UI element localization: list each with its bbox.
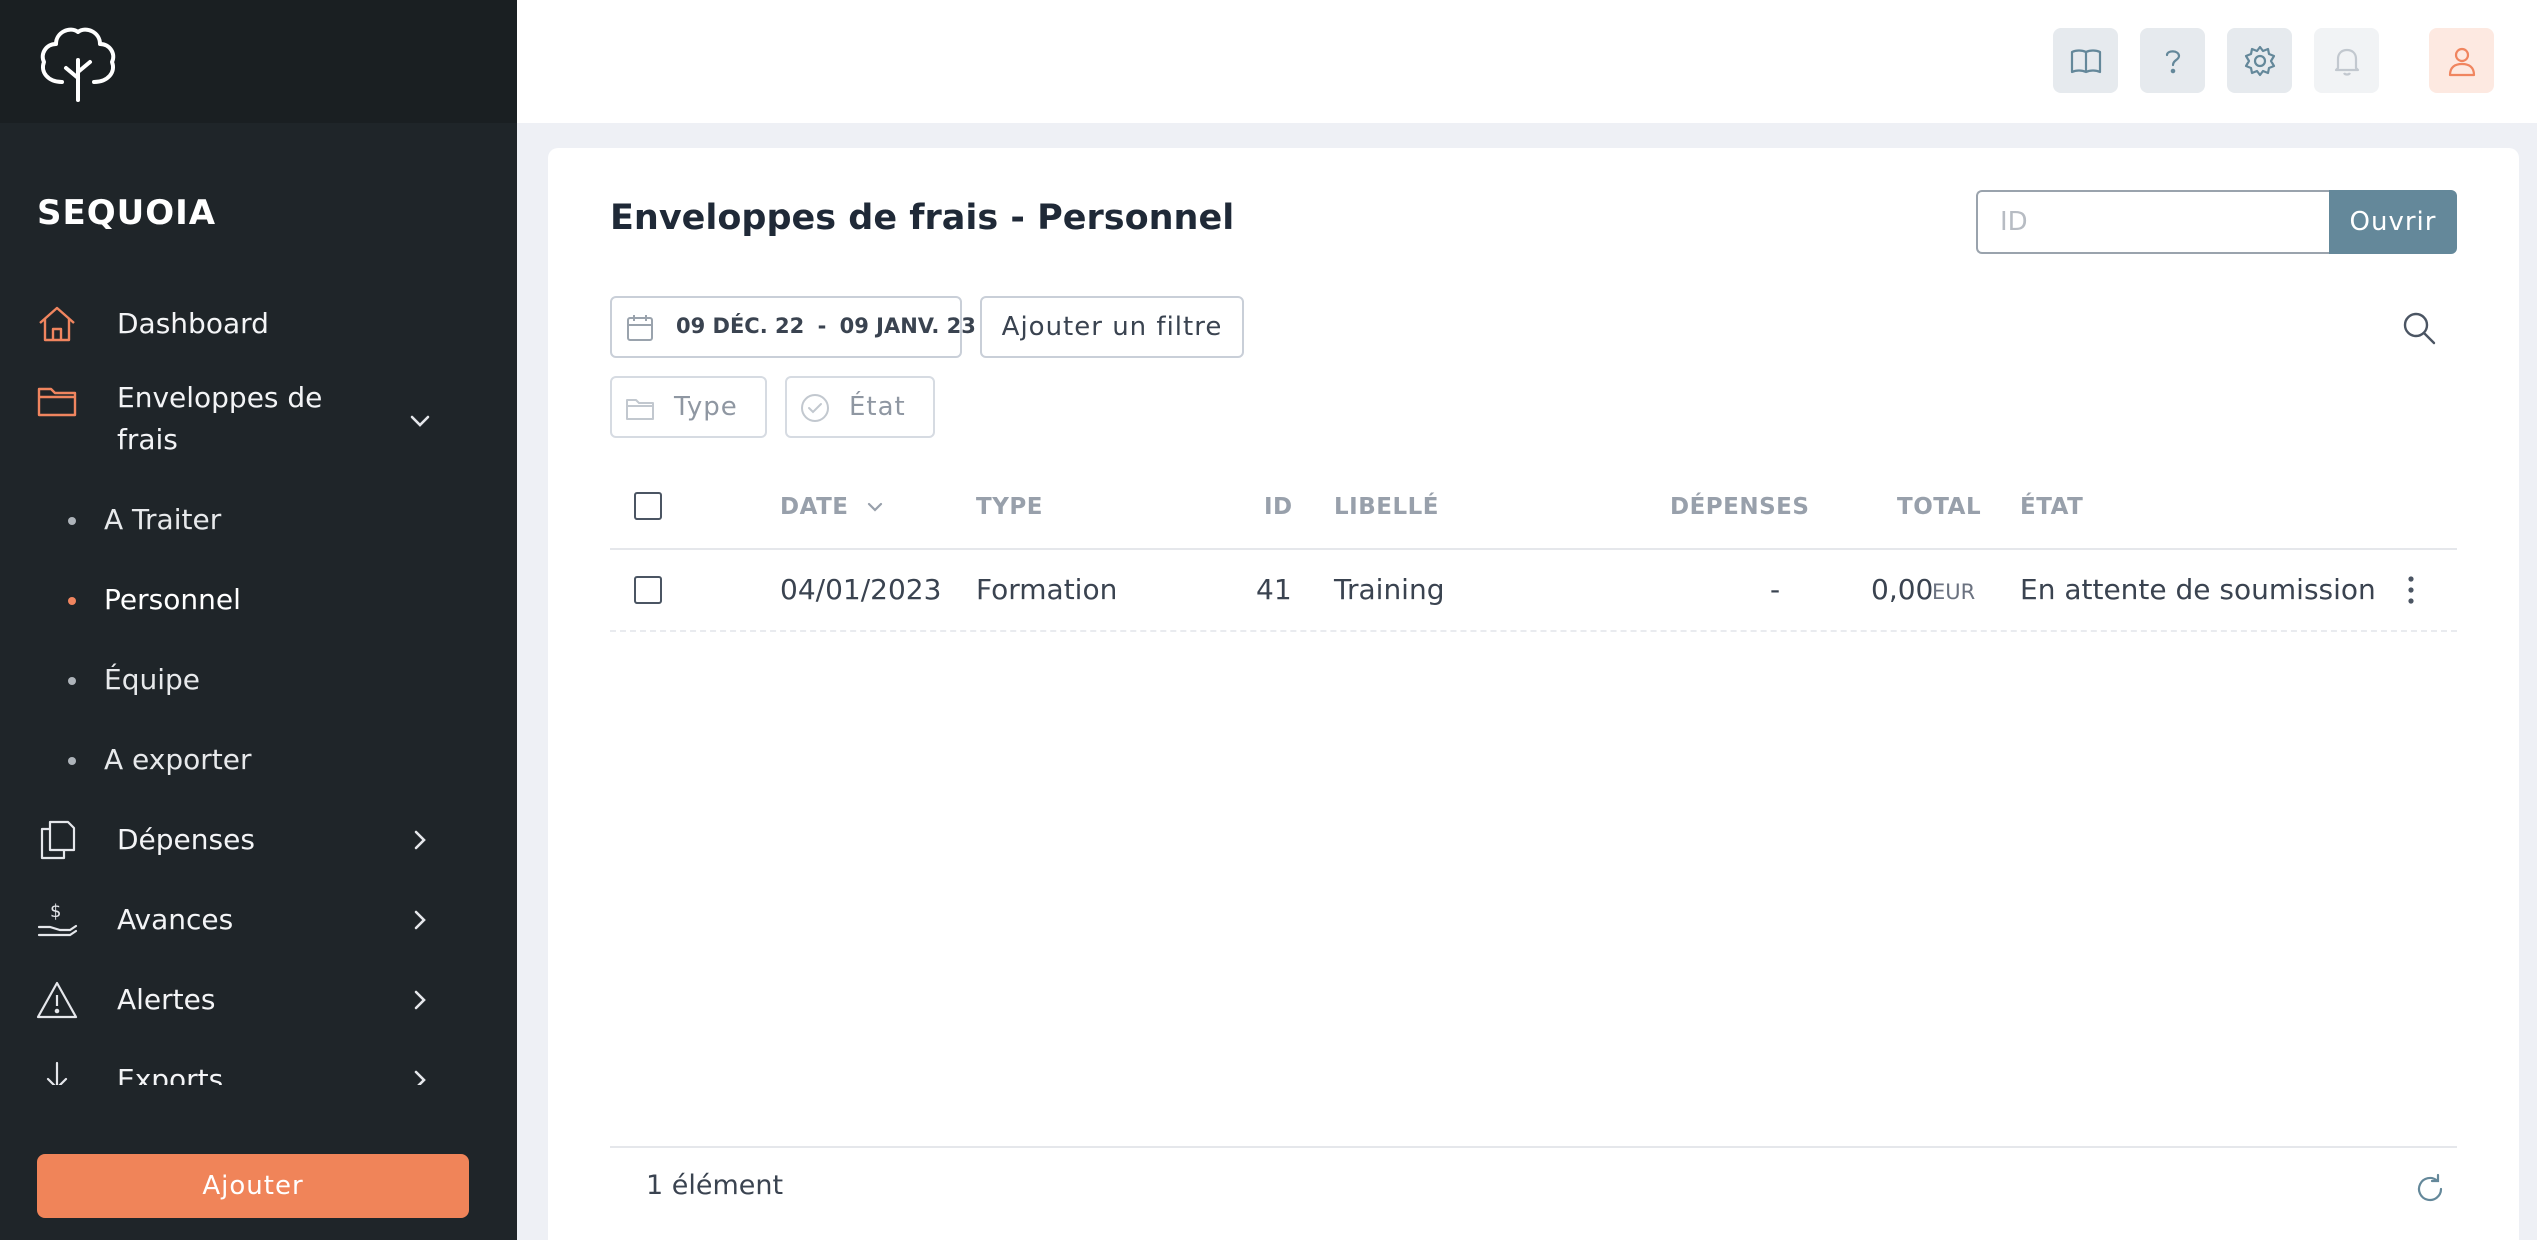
sidebar-subitem-personnel[interactable]: Personnel (0, 575, 517, 625)
chip-label: Type (674, 392, 738, 422)
sidebar: SEQUOIA Dashboard Enveloppes de frais A … (0, 0, 517, 1240)
page-title: Enveloppes de frais - Personnel (610, 198, 1235, 238)
item-count: 1 élément (646, 1170, 784, 1201)
cell-id: 41 (1256, 573, 1292, 606)
cell-currency: EUR (1932, 580, 1976, 604)
select-all-checkbox[interactable] (634, 492, 662, 520)
id-input[interactable] (1976, 190, 2331, 254)
table-row[interactable]: 04/01/2023 Formation 41 Training - 0,00 … (610, 550, 2457, 632)
sidebar-item-dashboard[interactable]: Dashboard (0, 303, 517, 345)
column-header-etat[interactable]: ÉTAT (2020, 494, 2083, 520)
bullet-dot (68, 757, 76, 765)
chevron-right-icon[interactable] (406, 1066, 434, 1085)
cell-libelle: Training (1334, 573, 1445, 606)
sidebar-nav: Dashboard Enveloppes de frais A Traiter … (0, 285, 517, 1085)
refresh-icon[interactable] (2413, 1172, 2447, 1206)
date-range-text: 09 DÉC. 22 - 09 JANV. 23 (676, 314, 976, 338)
main-panel: Enveloppes de frais - Personnel Ouvrir 0… (548, 148, 2519, 1240)
table-footer-divider (610, 1146, 2457, 1148)
date-to: 09 JANV. 23 (839, 314, 976, 338)
sidebar-item-label: Avances (117, 903, 234, 936)
documents-icon (36, 819, 78, 861)
cell-etat: En attente de soumission (2020, 573, 2376, 606)
help-icon[interactable] (2140, 28, 2205, 93)
date-range-filter[interactable]: 09 DÉC. 22 - 09 JANV. 23 (610, 296, 976, 358)
cell-depenses: - (1770, 573, 1781, 606)
calendar-icon (624, 312, 656, 344)
column-header-label: DATE (780, 494, 849, 520)
folder-icon (624, 392, 656, 424)
tree-logo-icon[interactable] (36, 20, 120, 104)
date-from: 09 DÉC. 22 (676, 314, 805, 338)
user-icon[interactable] (2429, 28, 2494, 93)
sidebar-subitem-label: A exporter (104, 743, 252, 776)
sidebar-item-exports[interactable]: Exports (0, 1059, 517, 1085)
sidebar-subitem-label: A Traiter (104, 503, 222, 536)
sidebar-item-avances[interactable]: $ Avances (0, 899, 517, 941)
sidebar-item-label: Alertes (117, 983, 216, 1016)
column-header-id[interactable]: ID (1264, 494, 1293, 520)
sidebar-subitem-equipe[interactable]: Équipe (0, 655, 517, 705)
settings-icon[interactable] (2227, 28, 2292, 93)
sidebar-subitem-label: Personnel (104, 583, 241, 616)
cell-total: 0,00 (1871, 573, 1934, 606)
home-icon (36, 303, 78, 345)
column-header-libelle[interactable]: LIBELLÉ (1334, 494, 1439, 520)
sidebar-subitem-label: Équipe (104, 663, 200, 696)
state-filter-chip[interactable]: État (785, 376, 935, 438)
sidebar-item-label: Exports (117, 1063, 224, 1085)
bullet-dot (68, 677, 76, 685)
more-actions-icon[interactable] (2401, 572, 2421, 608)
column-header-total[interactable]: TOTAL (1897, 494, 1981, 520)
warning-icon (36, 979, 78, 1021)
sidebar-item-label: Dashboard (117, 307, 269, 340)
download-icon (36, 1059, 78, 1085)
table-header: DATE TYPE ID LIBELLÉ DÉPENSES TOTAL ÉTAT (610, 468, 2457, 550)
chevron-right-icon[interactable] (406, 986, 434, 1014)
chevron-right-icon[interactable] (406, 906, 434, 934)
cell-type: Formation (976, 573, 1118, 606)
type-filter-chip[interactable]: Type (610, 376, 767, 438)
bullet-dot (68, 517, 76, 525)
book-icon[interactable] (2053, 28, 2118, 93)
brand-name: SEQUOIA (37, 193, 217, 233)
date-separator: - (817, 314, 827, 338)
sidebar-item-depenses[interactable]: Dépenses (0, 819, 517, 861)
add-filter-button[interactable]: Ajouter un filtre (980, 296, 1244, 358)
add-button[interactable]: Ajouter (37, 1154, 469, 1218)
chevron-down-icon[interactable] (406, 407, 434, 435)
top-header (517, 0, 2537, 123)
open-button[interactable]: Ouvrir (2329, 190, 2457, 254)
bell-icon[interactable] (2314, 28, 2379, 93)
check-circle-icon (799, 392, 831, 424)
sidebar-subitem-a-traiter[interactable]: A Traiter (0, 495, 517, 545)
hand-money-icon: $ (36, 899, 78, 941)
sidebar-item-label: Enveloppes de frais (117, 381, 323, 456)
column-header-date[interactable]: DATE (780, 494, 885, 520)
column-header-type[interactable]: TYPE (976, 494, 1043, 520)
sidebar-subitem-a-exporter[interactable]: A exporter (0, 735, 517, 785)
bullet-dot-active (68, 597, 76, 605)
cell-date: 04/01/2023 (780, 573, 942, 606)
chevron-right-icon[interactable] (406, 826, 434, 854)
sort-chevron-down-icon (867, 502, 883, 512)
sidebar-item-enveloppes[interactable]: Enveloppes de frais (0, 379, 517, 463)
column-header-depenses[interactable]: DÉPENSES (1670, 494, 1809, 520)
search-icon[interactable] (2401, 310, 2437, 346)
folder-icon (36, 379, 78, 421)
sidebar-item-label: Dépenses (117, 823, 255, 856)
chip-label: État (849, 392, 906, 422)
row-checkbox[interactable] (634, 576, 662, 604)
sidebar-header (0, 0, 517, 123)
sidebar-item-alertes[interactable]: Alertes (0, 979, 517, 1021)
svg-text:$: $ (50, 901, 61, 922)
